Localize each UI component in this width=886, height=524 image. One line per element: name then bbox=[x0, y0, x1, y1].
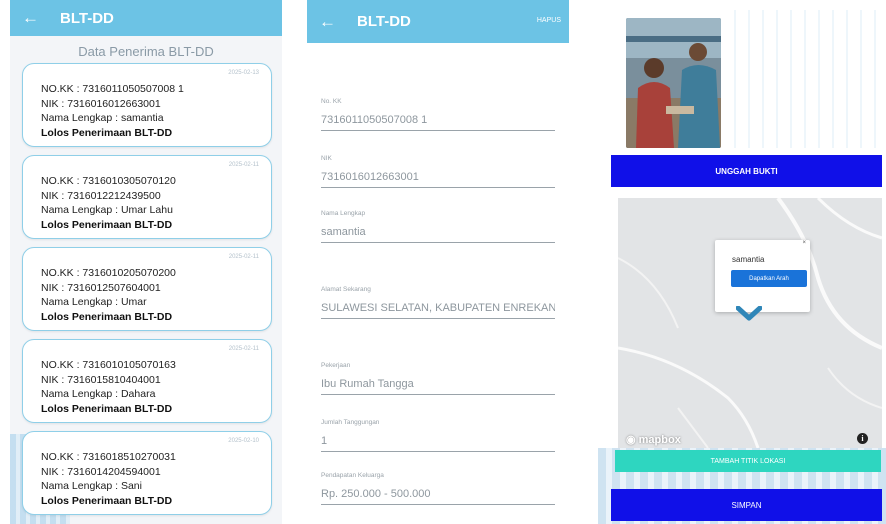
recipient-card[interactable]: 2025-02-11 NO.KK : 7316010305070120 NIK … bbox=[22, 155, 272, 239]
field-label: Pendapatan Keluarga bbox=[321, 472, 384, 479]
card-date: 2025-02-11 bbox=[228, 162, 259, 168]
list-heading: Data Penerima BLT-DD bbox=[78, 44, 214, 59]
field-value[interactable]: Ibu Rumah Tangga bbox=[321, 369, 555, 395]
evidence-photo bbox=[626, 18, 721, 148]
field-label: Pekerjaan bbox=[321, 362, 351, 369]
card-kk: NO.KK : 7316010205070200 bbox=[41, 267, 176, 279]
card-nik: NIK : 7316016012663001 bbox=[41, 97, 161, 110]
popup-name: samantia bbox=[732, 255, 765, 264]
back-arrow-icon[interactable]: ← bbox=[22, 8, 52, 28]
card-name: Nama Lengkap : samantia bbox=[41, 112, 164, 124]
field-label: Nama Lengkap bbox=[321, 210, 366, 217]
upload-proof-button[interactable]: UNGGAH BUKTI bbox=[611, 155, 882, 187]
recipient-list-screen: ← BLT-DD Data Penerima BLT-DD 2025-02-13… bbox=[10, 0, 282, 524]
card-status: Lolos Penerimaan BLT-DD bbox=[41, 126, 173, 139]
field-alamat[interactable]: Alamat Sekarang SULAWESI SELATAN, KABUPA… bbox=[321, 286, 555, 319]
card-kk: NO.KK : 7316010305070120 bbox=[41, 175, 176, 187]
card-nik: NIK : 7316012212439500 bbox=[41, 189, 161, 202]
field-value[interactable]: 1 bbox=[321, 426, 555, 452]
location-popup: × samantia Dapatkan Arah bbox=[715, 240, 810, 312]
field-no-kk[interactable]: No. KK 7316011050507008 1 bbox=[321, 98, 555, 131]
mapbox-logo-text: mapbox bbox=[638, 434, 681, 446]
card-name: Nama Lengkap : Umar bbox=[41, 296, 147, 308]
card-kk: NO.KK : 7316010105070163 bbox=[41, 359, 176, 371]
app-bar: ← BLT-DD bbox=[307, 0, 569, 43]
photo-illustration bbox=[626, 18, 721, 148]
recipient-card[interactable]: 2025-02-10 NO.KK : 7316018510270031 NIK … bbox=[22, 431, 272, 515]
get-directions-button[interactable]: Dapatkan Arah bbox=[731, 270, 807, 287]
map-view[interactable]: × samantia Dapatkan Arah ◉ mapbox i bbox=[618, 198, 882, 448]
card-name: Nama Lengkap : Sani bbox=[41, 480, 142, 492]
add-location-point-button[interactable]: TAMBAH TITIK LOKASI bbox=[615, 450, 881, 472]
card-status: Lolos Penerimaan BLT-DD bbox=[41, 310, 173, 323]
card-date: 2025-02-13 bbox=[228, 70, 259, 76]
app-title: BLT-DD bbox=[357, 13, 411, 30]
card-status: Lolos Penerimaan BLT-DD bbox=[41, 402, 173, 415]
card-status: Lolos Penerimaan BLT-DD bbox=[41, 218, 173, 231]
field-nik[interactable]: NIK 7316016012663001 bbox=[321, 155, 555, 188]
field-label: Jumlah Tanggungan bbox=[321, 419, 380, 426]
card-name: Nama Lengkap : Dahara bbox=[41, 388, 156, 400]
field-value[interactable]: Rp. 250.000 - 500.000 bbox=[321, 479, 555, 505]
mapbox-logo: ◉ mapbox bbox=[626, 434, 681, 446]
info-icon[interactable]: i bbox=[857, 433, 868, 444]
delete-button[interactable]: HAPUS bbox=[537, 17, 561, 24]
close-icon[interactable]: × bbox=[802, 240, 806, 246]
save-button[interactable]: SIMPAN bbox=[611, 489, 882, 521]
recipient-card[interactable]: 2025-02-11 NO.KK : 7316010105070163 NIK … bbox=[22, 339, 272, 423]
back-arrow-icon[interactable]: ← bbox=[319, 12, 349, 32]
field-nama[interactable]: Nama Lengkap samantia bbox=[321, 210, 555, 243]
field-value[interactable]: 7316016012663001 bbox=[321, 162, 555, 188]
field-value[interactable]: SULAWESI SELATAN, KABUPATEN ENREKANG, M.… bbox=[321, 293, 555, 319]
evidence-location-screen: UNGGAH BUKTI × samantia Dapatkan Arah ◉ … bbox=[598, 0, 886, 524]
map-roads bbox=[618, 198, 882, 448]
background-decoration bbox=[722, 10, 876, 148]
field-jumlah-tanggungan[interactable]: Jumlah Tanggungan 1 bbox=[321, 419, 555, 452]
map-marker-icon[interactable] bbox=[736, 306, 762, 322]
app-title: BLT-DD bbox=[60, 9, 114, 27]
field-label: NIK bbox=[321, 155, 332, 162]
field-value[interactable]: samantia bbox=[321, 217, 555, 243]
card-nik: NIK : 7316014204594001 bbox=[41, 465, 161, 478]
card-nik: NIK : 7316015810404001 bbox=[41, 373, 161, 386]
app-bar: ← BLT-DD bbox=[10, 0, 282, 36]
recipient-detail-screen: ← BLT-DD HAPUS No. KK 7316011050507008 1… bbox=[307, 0, 569, 524]
card-name: Nama Lengkap : Umar Lahu bbox=[41, 204, 173, 216]
card-nik: NIK : 7316012507604001 bbox=[41, 281, 161, 294]
card-date: 2025-02-11 bbox=[228, 346, 259, 352]
card-date: 2025-02-10 bbox=[228, 438, 259, 444]
card-status: Lolos Penerimaan BLT-DD bbox=[41, 494, 173, 507]
field-pendapatan[interactable]: Pendapatan Keluarga Rp. 250.000 - 500.00… bbox=[321, 472, 555, 505]
recipient-card[interactable]: 2025-02-11 NO.KK : 7316010205070200 NIK … bbox=[22, 247, 272, 331]
card-kk: NO.KK : 7316011050507008 1 bbox=[41, 83, 184, 95]
field-label: Alamat Sekarang bbox=[321, 286, 371, 293]
card-kk: NO.KK : 7316018510270031 bbox=[41, 451, 176, 463]
card-date: 2025-02-11 bbox=[228, 254, 259, 260]
field-pekerjaan[interactable]: Pekerjaan Ibu Rumah Tangga bbox=[321, 362, 555, 395]
recipient-card[interactable]: 2025-02-13 NO.KK : 7316011050507008 1 NI… bbox=[22, 63, 272, 147]
field-value[interactable]: 7316011050507008 1 bbox=[321, 105, 555, 131]
field-label: No. KK bbox=[321, 98, 342, 105]
